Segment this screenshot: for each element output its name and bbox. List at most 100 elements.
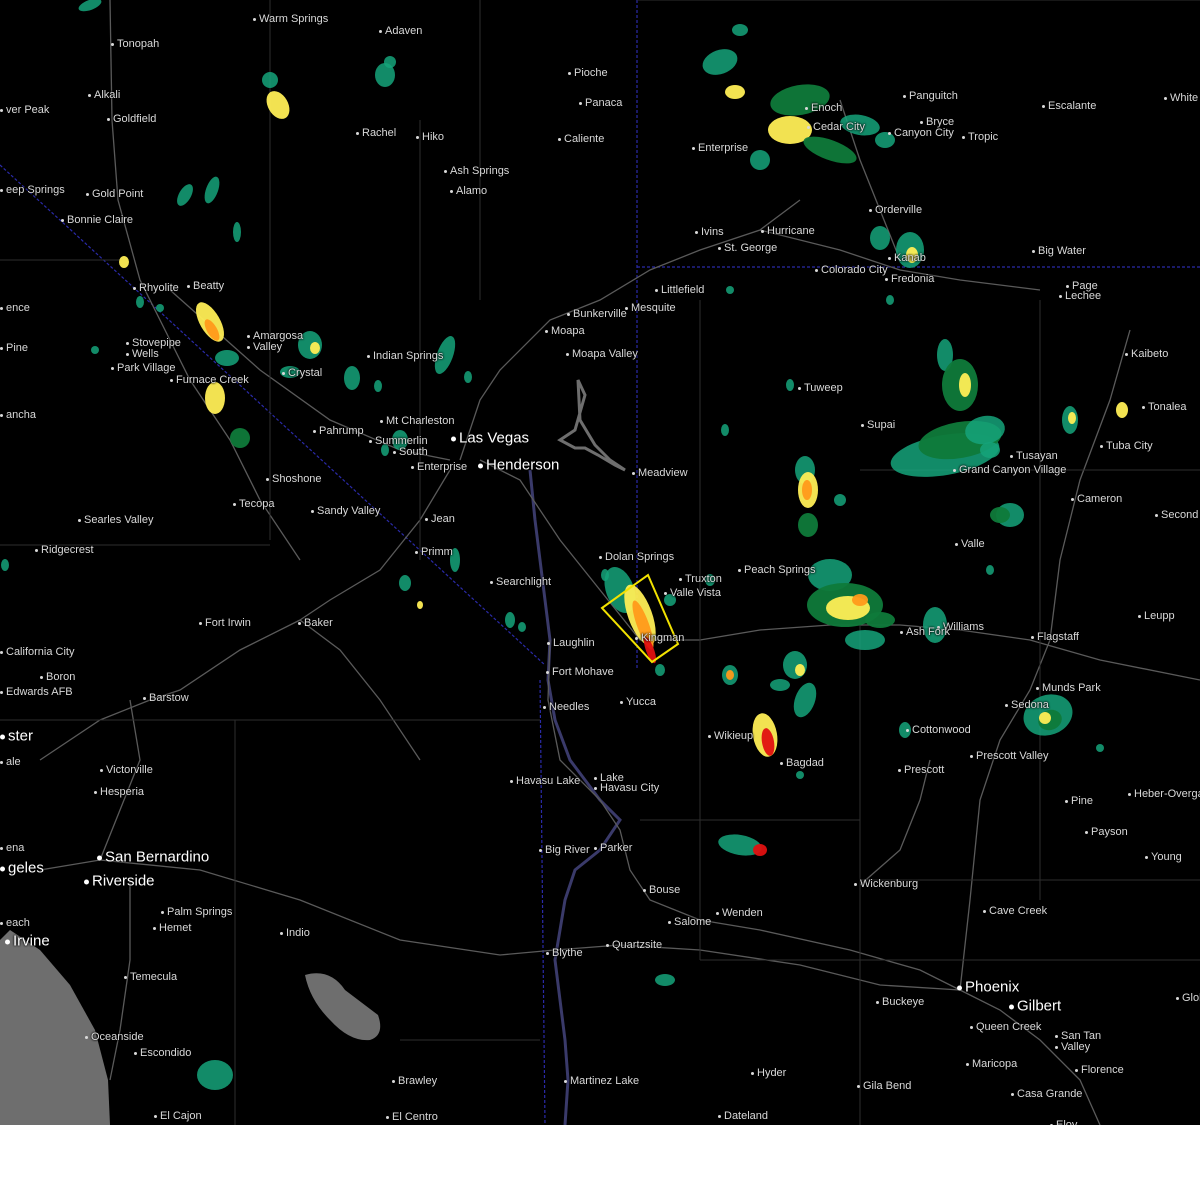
city-label: Kanab — [888, 252, 926, 264]
city-marker — [1032, 249, 1035, 253]
city-name: Payson — [1091, 826, 1128, 838]
city-label: Moapa — [545, 325, 585, 337]
city-label: Queen Creek — [970, 1021, 1041, 1033]
city-marker — [1005, 703, 1008, 707]
city-marker — [566, 352, 569, 356]
city-label: Cave Creek — [983, 905, 1047, 917]
city-name: Park Village — [117, 362, 176, 374]
city-name: Riverside — [92, 872, 155, 890]
city-marker — [955, 542, 958, 546]
city-name: Prescott Valley — [976, 750, 1049, 762]
city-label: Tonalea — [1142, 401, 1187, 413]
city-label: Supai — [861, 419, 895, 431]
city-marker — [1055, 1034, 1058, 1038]
city-label: Alamo — [450, 185, 487, 197]
city-label: Kingman — [635, 632, 684, 644]
city-name: Munds Park — [1042, 682, 1101, 694]
city-marker — [815, 268, 818, 272]
city-label: Peach Springs — [738, 564, 816, 576]
city-name: Baker — [304, 617, 333, 629]
city-label: Martinez Lake — [564, 1075, 639, 1087]
city-label: Baker — [298, 617, 333, 629]
city-label: Valle — [955, 538, 985, 550]
city-marker — [970, 754, 973, 758]
city-label: Sedona — [1005, 699, 1049, 711]
city-label: Fredonia — [885, 273, 934, 285]
city-marker — [311, 509, 314, 513]
city-marker — [708, 734, 711, 738]
city-marker — [568, 71, 571, 75]
city-label: Bonnie Claire — [61, 214, 133, 226]
city-name: Sedona — [1011, 699, 1049, 711]
city-name: Jean — [431, 513, 455, 525]
city-name: Tecopa — [239, 498, 275, 510]
city-name: Salome — [674, 916, 712, 928]
city-label: Big Water — [1032, 245, 1086, 257]
city-marker — [111, 366, 114, 370]
city-marker — [0, 346, 3, 350]
city-marker — [1011, 1092, 1014, 1096]
city-marker — [579, 101, 582, 105]
city-label: Buckeye — [876, 996, 924, 1008]
city-name: Parker — [600, 842, 633, 854]
city-label: Havasu Lake — [510, 775, 580, 787]
radar-map[interactable]: Warm Springs Tonopah Adaven Pioche Panaca Alk… — [0, 0, 1200, 1125]
city-marker — [133, 286, 136, 290]
city-label: Warm Springs — [253, 13, 328, 25]
city-label: Salome — [668, 916, 711, 928]
city-label: El Cajon — [154, 1110, 202, 1122]
city-name: Las Vegas — [459, 429, 530, 447]
city-name: Cedar City — [813, 121, 865, 133]
city-name: Canyon City — [894, 127, 954, 139]
city-marker — [94, 790, 97, 794]
city-name: Ash Fork — [906, 626, 951, 638]
city-marker — [1066, 284, 1069, 288]
city-label: Payson — [1085, 826, 1128, 838]
city-label: Gila Bend — [857, 1080, 911, 1092]
city-name: Palm Springs — [167, 906, 233, 918]
city-name: Crystal — [288, 367, 323, 379]
city-name: Queen Creek — [976, 1021, 1042, 1033]
city-name: Pioche — [574, 67, 608, 79]
city-marker — [78, 518, 81, 522]
city-label: Ash Springs — [444, 165, 509, 177]
city-name: Hurricane — [767, 225, 815, 237]
city-label: Tusayan — [1010, 450, 1058, 462]
city-name: Cave Creek — [989, 905, 1048, 917]
city-name: Bagdad — [786, 757, 824, 769]
city-name: Supai — [867, 419, 896, 431]
city-label: Panaca — [579, 97, 622, 109]
city-label: Maricopa — [966, 1058, 1017, 1070]
city-name: Bouse — [649, 884, 681, 896]
city-name: Barstow — [149, 692, 189, 704]
city-name: Rhyolite — [139, 282, 179, 294]
city-name: Pine — [1071, 795, 1094, 807]
city-marker — [805, 106, 808, 110]
city-marker — [1065, 799, 1068, 803]
city-name: Cottonwood — [912, 724, 971, 736]
city-label: Kaibeto — [1125, 348, 1168, 360]
city-marker — [546, 951, 549, 955]
city-name: Shoshone — [272, 473, 322, 485]
city-name: Mt Charleston — [386, 415, 455, 427]
city-label: each — [0, 917, 30, 929]
city-name: Needles — [549, 701, 590, 713]
city-label: ster — [0, 728, 33, 745]
city-label: California City — [0, 646, 74, 658]
city-label: Parker — [594, 842, 632, 854]
city-label: Moapa Valley — [566, 348, 638, 360]
city-label: Enoch — [805, 102, 842, 114]
city-marker — [547, 641, 550, 645]
city-name: Globe — [1182, 992, 1200, 1004]
city-name: Buckeye — [882, 996, 925, 1008]
city-marker — [61, 218, 64, 222]
city-marker — [0, 413, 3, 417]
city-marker — [298, 621, 301, 625]
city-label: Enterprise — [411, 461, 467, 473]
city-marker — [780, 761, 783, 765]
city-label: Dateland — [718, 1110, 768, 1122]
city-name: Wenden — [722, 907, 763, 919]
city-label: Phoenix — [957, 979, 1019, 996]
city-label: Hiko — [416, 131, 444, 143]
city-label: Fort Mohave — [546, 666, 614, 678]
